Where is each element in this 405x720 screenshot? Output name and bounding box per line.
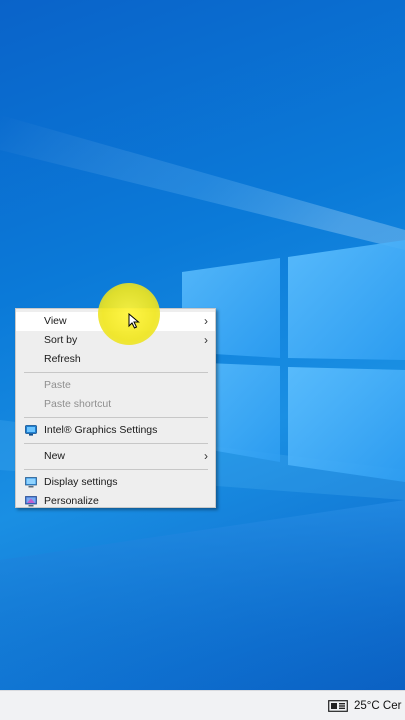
menu-item-paste[interactable]: Paste — [16, 376, 215, 395]
menu-item-paste-shortcut[interactable]: Paste shortcut — [16, 395, 215, 414]
weather-text: 25°C Cer — [354, 700, 402, 712]
taskbar: 25°C Cer — [0, 690, 405, 720]
menu-item-display-settings[interactable]: Display settings — [16, 473, 215, 492]
menu-item-label: New — [44, 450, 66, 462]
chevron-right-icon: › — [204, 314, 208, 328]
menu-item-label: Display settings — [44, 476, 118, 488]
mouse-pointer-icon — [128, 313, 140, 329]
menu-separator — [24, 469, 208, 470]
menu-item-label: Intel® Graphics Settings — [44, 424, 158, 436]
intel-graphics-icon — [25, 425, 37, 436]
menu-item-intel-graphics-settings[interactable]: Intel® Graphics Settings — [16, 421, 215, 440]
menu-item-new[interactable]: New › — [16, 447, 215, 466]
news-weather-icon — [328, 700, 348, 712]
menu-separator — [24, 417, 208, 418]
menu-separator — [24, 443, 208, 444]
personalize-icon — [25, 496, 37, 507]
menu-item-label: Paste shortcut — [44, 398, 112, 410]
menu-item-label: Refresh — [44, 353, 81, 365]
menu-item-label: Sort by — [44, 334, 78, 346]
chevron-right-icon: › — [204, 449, 208, 463]
desktop[interactable]: View › Sort by › Refresh Paste Paste sho… — [0, 0, 405, 720]
menu-separator — [24, 372, 208, 373]
menu-item-label: Personalize — [44, 495, 99, 507]
menu-item-refresh[interactable]: Refresh — [16, 350, 215, 369]
menu-item-personalize[interactable]: Personalize — [16, 492, 215, 511]
menu-item-label: Paste — [44, 379, 71, 391]
chevron-right-icon: › — [204, 333, 208, 347]
display-icon — [25, 477, 37, 488]
menu-item-label: View — [44, 315, 67, 327]
